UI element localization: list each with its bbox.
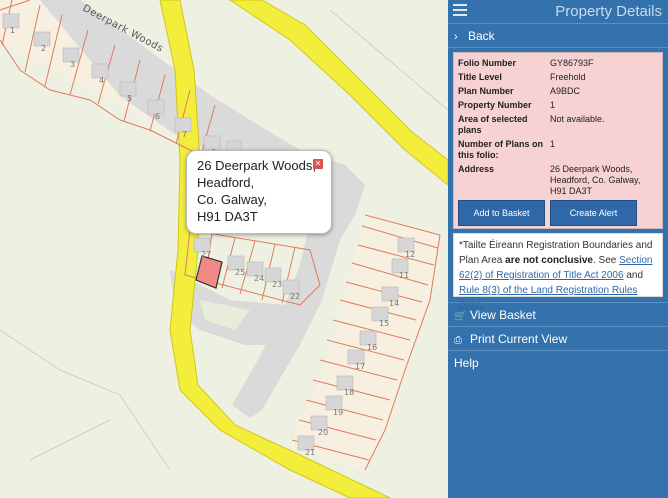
detail-label: Address — [458, 164, 495, 174]
panel-title: Property Details — [555, 3, 662, 20]
plot-number-label: 12 — [405, 250, 415, 259]
view-basket-button[interactable]: 🛒 View Basket — [448, 303, 668, 327]
close-icon[interactable]: ✕ — [313, 159, 323, 169]
detail-row-address: Address 26 Deerpark Woods, Headford, Co.… — [458, 164, 658, 197]
help-button[interactable]: Help — [448, 351, 668, 375]
plot-number-label: 11 — [399, 271, 409, 280]
cart-icon: 🛒 — [454, 311, 467, 322]
plot-number-label: 25 — [235, 268, 245, 277]
help-label: Help — [454, 356, 479, 370]
detail-row-folio: Folio Number GY86793F — [458, 58, 658, 69]
plot-number-label: 2 — [41, 44, 46, 53]
plot-number-label: 3 — [70, 60, 75, 69]
plot-number-label: 4 — [99, 76, 104, 85]
detail-label: Number of Plans on this folio: — [458, 139, 544, 160]
notice-bold: are not conclusive — [505, 255, 593, 266]
popup-line-1: 26 Deerpark Woods, — [197, 158, 316, 173]
plot-number-label: 23 — [272, 280, 282, 289]
print-current-view-button[interactable]: ⎙ Print Current View — [448, 327, 668, 351]
plot-number-label: 17 — [355, 362, 365, 371]
detail-label: Title Level — [458, 72, 502, 82]
popup-line-2: Headford, — [197, 175, 255, 190]
plot-number-label: 27 — [201, 250, 211, 259]
plot-number-label: 18 — [344, 388, 354, 397]
plot-number-label: 7 — [182, 130, 187, 139]
title-level-value: Freehold — [550, 72, 586, 82]
address-popup: 26 Deerpark Woods, Headford, Co. Galway,… — [186, 150, 332, 234]
plot-number-label: 15 — [379, 319, 389, 328]
hamburger-menu-icon[interactable] — [453, 4, 467, 16]
plot-number-label: 16 — [367, 343, 377, 352]
plot-number-label: 24 — [254, 274, 264, 283]
back-button[interactable]: › Back — [448, 24, 668, 48]
plans-on-folio-value: 1 — [550, 139, 556, 149]
create-alert-button[interactable]: Create Alert — [550, 200, 637, 226]
registration-notice: *Tailte Éireann Registration Boundaries … — [453, 233, 663, 311]
detail-label: Area of selected plans — [458, 114, 528, 135]
plot-number-label: 1 — [10, 26, 15, 35]
detail-label: Property Number — [458, 100, 532, 110]
plot-number-label: 22 — [290, 292, 300, 301]
address-value: 26 Deerpark Woods, Headford, Co. Galway,… — [550, 164, 641, 196]
view-basket-label: View Basket — [470, 308, 536, 322]
detail-label: Plan Number — [458, 86, 514, 96]
print-label: Print Current View — [470, 332, 568, 346]
plot-number-label: 5 — [127, 94, 132, 103]
detail-row-plan: Plan Number A9BDC — [458, 86, 658, 97]
plot-number-label: 14 — [389, 299, 399, 308]
popup-line-3: Co. Galway, — [197, 192, 267, 207]
property-details-panel: Property Details › Back Folio Number GY86… — [448, 0, 668, 498]
popup-line-4: H91 DA3T — [197, 209, 258, 224]
map-view[interactable]: 12345678272524232212111415161718192021 D… — [0, 0, 448, 498]
notice-text: . See — [592, 255, 620, 266]
chevron-right-icon: › — [454, 31, 458, 43]
detail-row-plans: Number of Plans on this folio: 1 — [458, 139, 658, 161]
plot-number-label: 6 — [155, 112, 160, 121]
detail-row-property: Property Number 1 — [458, 100, 658, 111]
map-canvas[interactable]: 12345678272524232212111415161718192021 D… — [0, 0, 448, 498]
plot-number-label: 19 — [333, 408, 343, 417]
detail-label: Folio Number — [458, 58, 516, 68]
details-actions: Add to Basket Create Alert — [458, 200, 658, 226]
property-details-box: Folio Number GY86793F Title Level Freeho… — [453, 52, 663, 229]
panel-header: Property Details — [448, 0, 668, 24]
area-value: Not available. — [550, 114, 605, 124]
back-label: Back — [468, 29, 495, 43]
print-icon: ⎙ — [454, 335, 462, 346]
property-number-value: 1 — [550, 100, 556, 110]
detail-row-title: Title Level Freehold — [458, 72, 658, 83]
plan-number-value: A9BDC — [550, 86, 581, 96]
detail-row-area: Area of selected plans Not available. — [458, 114, 658, 136]
add-to-basket-button[interactable]: Add to Basket — [458, 200, 545, 226]
plot-number-label: 21 — [305, 448, 315, 457]
folio-number-value: GY86793F — [550, 58, 594, 68]
plot-number-label: 20 — [318, 428, 328, 437]
notice-text: and — [623, 270, 644, 281]
